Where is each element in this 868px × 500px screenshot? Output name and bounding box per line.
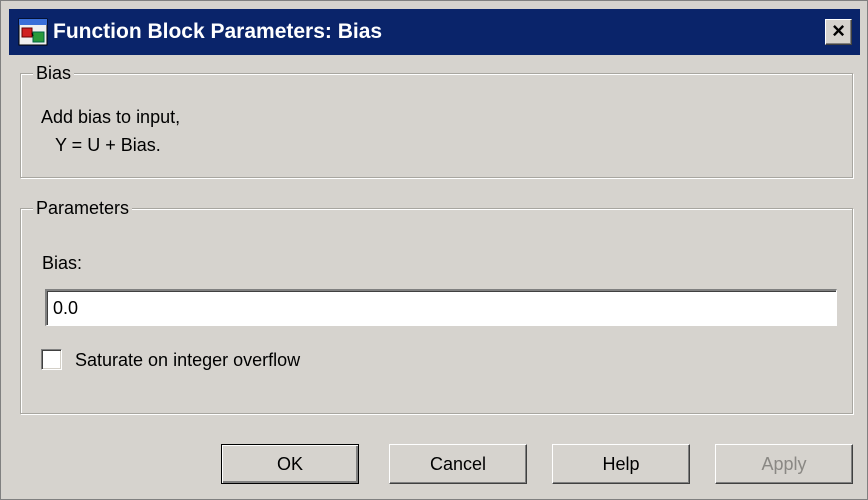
- window-title: Function Block Parameters: Bias: [53, 20, 383, 43]
- title-bar[interactable]: Function Block Parameters: Bias ×: [9, 9, 860, 55]
- dialog-window: Function Block Parameters: Bias × Bias A…: [0, 0, 868, 500]
- ok-button[interactable]: OK: [221, 444, 359, 484]
- apply-button[interactable]: Apply: [715, 444, 853, 484]
- simulink-block-icon: [18, 18, 48, 46]
- saturate-checkbox-label[interactable]: Saturate on integer overflow: [75, 347, 300, 373]
- bias-field-label: Bias:: [42, 253, 83, 273]
- cancel-button[interactable]: Cancel: [389, 444, 527, 484]
- bias-input[interactable]: [45, 289, 837, 326]
- close-icon[interactable]: ×: [825, 19, 852, 45]
- description-line-2: Y = U + Bias.: [55, 135, 161, 155]
- help-button[interactable]: Help: [552, 444, 690, 484]
- description-line-1: Add bias to input,: [41, 107, 181, 127]
- parameters-group-legend: Parameters: [33, 196, 133, 220]
- saturate-checkbox[interactable]: [41, 349, 62, 370]
- description-groupbox: Bias Add bias to input, Y = U + Bias.: [20, 61, 853, 178]
- description-group-legend: Bias: [33, 61, 75, 85]
- parameters-groupbox: Parameters Bias: Saturate on integer ove…: [20, 196, 853, 414]
